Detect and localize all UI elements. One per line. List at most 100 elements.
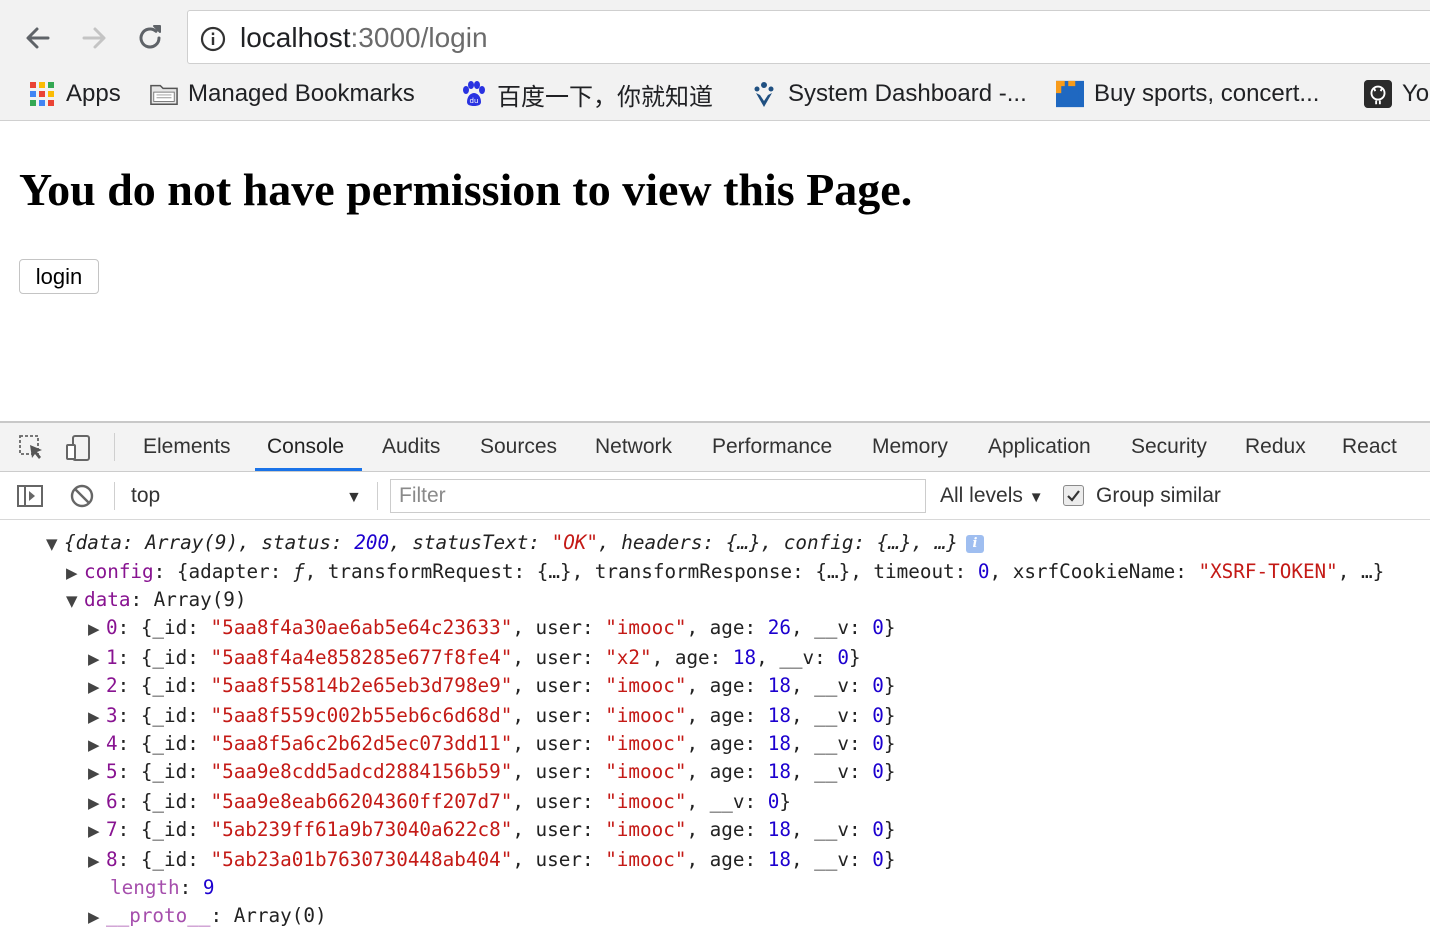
tab-security[interactable]: Security xyxy=(1131,423,1207,471)
item-id-value: "5aa8f559c002b55eb6c6d68d" xyxy=(210,704,513,727)
tab-audits[interactable]: Audits xyxy=(382,423,440,471)
sidebar-toggle-icon xyxy=(17,485,43,507)
inspect-cursor-icon xyxy=(19,435,42,459)
data-property[interactable]: ▼ data: Array(9) xyxy=(66,586,247,614)
collapsed-triangle-icon[interactable]: ▶ xyxy=(88,645,106,673)
collapsed-triangle-icon[interactable]: ▶ xyxy=(88,703,106,731)
collapsed-triangle-icon[interactable]: ▶ xyxy=(66,559,84,587)
bookmark-label: Managed Bookmarks xyxy=(188,80,415,107)
bookmark-buy-sports[interactable]: Buy sports, concert... xyxy=(1056,78,1319,110)
item-id-value: "5aa9e8eab66204360ff207d7" xyxy=(210,790,513,813)
bookmark-label: Apps xyxy=(66,80,121,107)
tab-memory[interactable]: Memory xyxy=(872,423,948,471)
console-toolbar: top ▼ All levels ▼ Group similar xyxy=(0,472,1430,520)
page-content: You do not have permission to view this … xyxy=(0,121,1430,421)
context-dropdown-icon[interactable]: ▼ xyxy=(346,489,362,507)
bookmark-apps[interactable]: Apps xyxy=(28,78,121,110)
item-user-value: "imooc" xyxy=(605,616,687,639)
inspect-element-button[interactable] xyxy=(17,433,47,463)
item-id-value: "5ab23a01b7630730448ab404" xyxy=(210,848,513,871)
context-selector[interactable]: top xyxy=(131,484,160,508)
info-badge-icon[interactable]: i xyxy=(965,534,984,553)
item-user-value: "x2" xyxy=(605,646,652,669)
expanded-triangle-icon[interactable]: ▼ xyxy=(46,530,64,558)
info-icon[interactable] xyxy=(200,26,226,52)
collapsed-triangle-icon[interactable]: ▶ xyxy=(88,847,106,875)
item-age-value: 18 xyxy=(767,848,791,871)
collapsed-triangle-icon[interactable]: ▶ xyxy=(88,903,106,931)
array-item-row[interactable]: ▶ 5: {_id: "5aa9e8cdd5adcd2884156b59", us… xyxy=(88,758,895,786)
array-item-row[interactable]: ▶ 3: {_id: "5aa8f559c002b55eb6c6d68d", us… xyxy=(88,702,895,730)
array-item-row[interactable]: ▶ 8: {_id: "5ab23a01b7630730448ab404", us… xyxy=(88,846,895,874)
collapsed-triangle-icon[interactable]: ▶ xyxy=(88,731,106,759)
item-age-value: 18 xyxy=(767,704,791,727)
collapsed-triangle-icon[interactable]: ▶ xyxy=(88,789,106,817)
collapsed-triangle-icon[interactable]: ▶ xyxy=(88,673,106,701)
bookmark-managed[interactable]: Managed Bookmarks xyxy=(150,78,415,110)
console-divider xyxy=(114,482,115,510)
url-text[interactable]: localhost:3000/login xyxy=(240,22,488,54)
tab-performance[interactable]: Performance xyxy=(712,423,832,471)
tab-sources[interactable]: Sources xyxy=(480,423,557,471)
collapsed-triangle-icon[interactable]: ▶ xyxy=(88,615,106,643)
tab-redux[interactable]: Redux xyxy=(1245,423,1306,471)
bookmarks-bar: Apps Managed Bookmarks du 百度一下，你就知道 Syst… xyxy=(0,70,1430,121)
config-property[interactable]: ▶ config: {adapter: ƒ, transformRequest: … xyxy=(66,558,1384,586)
item-version-value: 0 xyxy=(872,760,884,783)
item-id-value: "5aa8f55814b2e65eb3d798e9" xyxy=(210,674,513,697)
url-host: localhost xyxy=(240,22,351,53)
devtools-panel: Elements Console Audits Sources Network … xyxy=(0,421,1430,938)
log-levels-dropdown[interactable]: All levels ▼ xyxy=(940,484,1044,508)
array-index: 8 xyxy=(106,848,118,871)
address-bar[interactable]: localhost:3000/login xyxy=(187,10,1430,64)
bookmark-label: Yo xyxy=(1402,80,1430,107)
reload-icon xyxy=(139,25,161,49)
bookmark-baidu[interactable]: du 百度一下，你就知道 xyxy=(459,78,713,111)
item-version-value: 0 xyxy=(767,790,780,813)
login-button[interactable]: login xyxy=(19,259,99,294)
item-age-value: 18 xyxy=(767,674,791,697)
collapsed-triangle-icon[interactable]: ▶ xyxy=(88,817,106,845)
collapsed-triangle-icon[interactable]: ▶ xyxy=(88,759,106,787)
tab-react[interactable]: React xyxy=(1342,423,1397,471)
show-sidebar-button[interactable] xyxy=(15,481,45,511)
log-levels-label: All levels xyxy=(940,484,1023,507)
tab-console[interactable]: Console xyxy=(254,423,363,471)
item-version-value: 0 xyxy=(872,704,884,727)
back-button[interactable] xyxy=(18,18,58,58)
tab-network[interactable]: Network xyxy=(595,423,672,471)
group-similar-checkbox[interactable] xyxy=(1063,485,1084,506)
bookmark-github[interactable]: Yo xyxy=(1364,78,1429,110)
array-item-row[interactable]: ▶ 1: {_id: "5aa8f4a4e858285e677f8fe4", us… xyxy=(88,644,861,672)
item-version-value: 0 xyxy=(872,616,884,639)
bookmark-system-dashboard[interactable]: System Dashboard -... xyxy=(750,78,1027,110)
item-age-value: 18 xyxy=(767,818,791,841)
chevron-down-icon: ▼ xyxy=(1028,489,1044,506)
folder-icon xyxy=(150,80,178,108)
forward-button[interactable] xyxy=(74,18,114,58)
bookmark-label: System Dashboard -... xyxy=(788,80,1027,107)
array-item-row[interactable]: ▶ 6: {_id: "5aa9e8eab66204360ff207d7", us… xyxy=(88,788,791,816)
reload-button[interactable] xyxy=(130,18,170,58)
array-item-row[interactable]: ▶ 2: {_id: "5aa8f55814b2e65eb3d798e9", us… xyxy=(88,672,895,700)
console-filter-input[interactable] xyxy=(390,479,926,513)
array-item-row[interactable]: ▶ 7: {_id: "5ab239ff61a9b73040a622c8", us… xyxy=(88,816,895,844)
tab-application[interactable]: Application xyxy=(988,423,1091,471)
item-id-value: "5ab239ff61a9b73040a622c8" xyxy=(210,818,513,841)
item-id-value: "5aa8f4a30ae6ab5e64c23633" xyxy=(210,616,513,639)
tab-elements[interactable]: Elements xyxy=(143,423,231,471)
response-object-summary[interactable]: ▼ {data: Array(9), status: 200, statusTex… xyxy=(46,529,984,557)
array-item-row[interactable]: ▶ 0: {_id: "5aa8f4a30ae6ab5e64c23633", us… xyxy=(88,614,895,642)
item-user-value: "imooc" xyxy=(605,818,687,841)
ticket-site-icon xyxy=(1056,80,1084,108)
array-item-row[interactable]: ▶ 4: {_id: "5aa8f5a6c2b62d5ec073dd11", us… xyxy=(88,730,895,758)
proto-property[interactable]: ▶ __proto__: Array(0) xyxy=(88,902,327,930)
device-toolbar-button[interactable] xyxy=(63,433,93,463)
device-mode-icon xyxy=(66,435,90,461)
toolbar-divider xyxy=(114,433,115,461)
item-version-value: 0 xyxy=(872,732,884,755)
clear-console-button[interactable] xyxy=(67,481,97,511)
item-user-value: "imooc" xyxy=(605,848,687,871)
expanded-triangle-icon[interactable]: ▼ xyxy=(66,587,84,615)
array-index: 4 xyxy=(106,732,118,755)
